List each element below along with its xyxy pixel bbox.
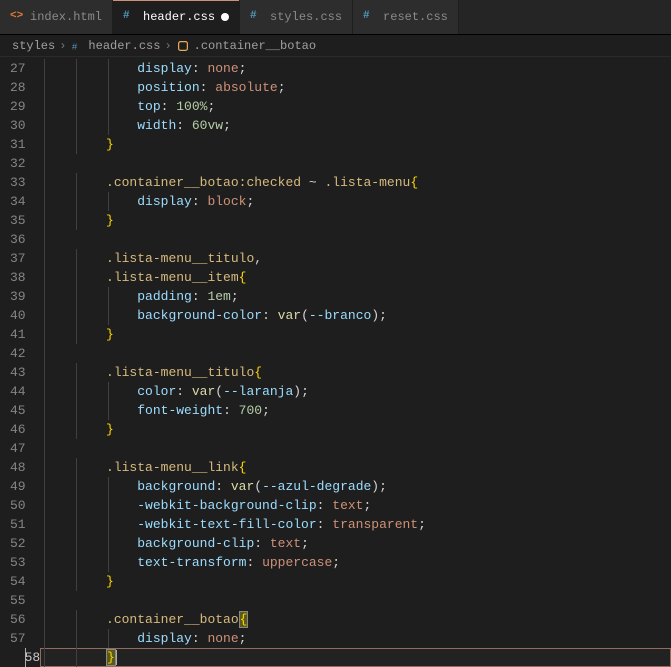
code-line[interactable]: background: var(--azul-degrade); [40, 477, 671, 496]
line-number: 30 [10, 116, 26, 135]
line-number-gutter: 2728293031323334353637383940414243444546… [0, 57, 40, 667]
line-number: 39 [10, 287, 26, 306]
line-number: 42 [10, 344, 26, 363]
code-line[interactable]: .lista-menu__titulo, [40, 249, 671, 268]
tab-label: reset.css [383, 10, 448, 24]
line-number: 51 [10, 515, 26, 534]
tab-styles-css[interactable]: # styles.css [240, 0, 353, 34]
editor[interactable]: 2728293031323334353637383940414243444546… [0, 57, 671, 667]
code-line[interactable]: background-clip: text; [40, 534, 671, 553]
code-line[interactable]: top: 100%; [40, 97, 671, 116]
line-number: 58 [25, 648, 26, 667]
html-file-icon: <> [10, 10, 24, 24]
code-line[interactable]: width: 60vw; [40, 116, 671, 135]
line-number: 29 [10, 97, 26, 116]
code-line[interactable]: } [40, 211, 671, 230]
line-number: 33 [10, 173, 26, 192]
code-line[interactable]: } [40, 135, 671, 154]
tab-header-css[interactable]: # header.css [113, 0, 240, 34]
code-line[interactable] [40, 439, 671, 458]
line-number: 50 [10, 496, 26, 515]
code-line[interactable]: } [40, 325, 671, 344]
tab-index-html[interactable]: <> index.html [0, 0, 113, 34]
line-number: 54 [10, 572, 26, 591]
breadcrumb-file[interactable]: header.css [88, 39, 160, 53]
line-number: 57 [10, 629, 26, 648]
line-number: 56 [10, 610, 26, 629]
line-number: 41 [10, 325, 26, 344]
css-file-icon: # [363, 10, 377, 24]
code-line[interactable]: display: block; [40, 192, 671, 211]
breadcrumb-folder[interactable]: styles [12, 39, 55, 53]
code-line[interactable]: position: absolute; [40, 78, 671, 97]
tab-label: header.css [143, 10, 215, 24]
code-line[interactable]: display: none; [40, 59, 671, 78]
code-line[interactable]: .lista-menu__item{ [40, 268, 671, 287]
code-line[interactable]: padding: 1em; [40, 287, 671, 306]
line-number: 49 [10, 477, 26, 496]
css-file-icon: # [70, 39, 84, 53]
code-line[interactable]: } [40, 572, 671, 591]
breadcrumb-symbol[interactable]: .container__botao [194, 39, 316, 53]
tab-reset-css[interactable]: # reset.css [353, 0, 459, 34]
code-line[interactable] [40, 154, 671, 173]
code-line[interactable]: -webkit-background-clip: text; [40, 496, 671, 515]
line-number: 37 [10, 249, 26, 268]
line-number: 45 [10, 401, 26, 420]
code-line[interactable] [40, 591, 671, 610]
code-line[interactable]: } [40, 648, 671, 667]
code-line[interactable]: background-color: var(--branco); [40, 306, 671, 325]
css-file-icon: # [123, 10, 137, 24]
code-line[interactable] [40, 230, 671, 249]
line-number: 34 [10, 192, 26, 211]
line-number: 47 [10, 439, 26, 458]
line-number: 46 [10, 420, 26, 439]
code-line[interactable]: font-weight: 700; [40, 401, 671, 420]
modified-dot-icon[interactable] [221, 13, 229, 21]
code-line[interactable]: .lista-menu__titulo{ [40, 363, 671, 382]
tab-bar: <> index.html # header.css # styles.css # reset… [0, 0, 671, 35]
chevron-right-icon: › [59, 39, 66, 53]
code-line[interactable]: .container__botao{ [40, 610, 671, 629]
line-number: 36 [10, 230, 26, 249]
code-line[interactable]: text-transform: uppercase; [40, 553, 671, 572]
line-number: 44 [10, 382, 26, 401]
line-number: 52 [10, 534, 26, 553]
line-number: 55 [10, 591, 26, 610]
line-number: 28 [10, 78, 26, 97]
code-line[interactable]: .container__botao:checked ~ .lista-menu{ [40, 173, 671, 192]
code-line[interactable]: } [40, 420, 671, 439]
css-file-icon: # [250, 10, 264, 24]
svg-text:#: # [72, 41, 78, 52]
chevron-right-icon: › [164, 39, 171, 53]
line-number: 48 [10, 458, 26, 477]
line-number: 40 [10, 306, 26, 325]
line-number: 53 [10, 553, 26, 572]
breadcrumb[interactable]: styles › # header.css › .container__bota… [0, 35, 671, 57]
code-line[interactable]: -webkit-text-fill-color: transparent; [40, 515, 671, 534]
code-line[interactable] [40, 344, 671, 363]
line-number: 31 [10, 135, 26, 154]
code-area[interactable]: display: none; position: absolute; top: … [40, 57, 671, 667]
tab-label: index.html [30, 10, 102, 24]
tab-label: styles.css [270, 10, 342, 24]
code-line[interactable]: color: var(--laranja); [40, 382, 671, 401]
code-line[interactable]: .lista-menu__link{ [40, 458, 671, 477]
line-number: 43 [10, 363, 26, 382]
line-number: 32 [10, 154, 26, 173]
symbol-field-icon [176, 39, 190, 53]
text-cursor [116, 650, 117, 665]
code-line[interactable]: display: none; [40, 629, 671, 648]
line-number: 35 [10, 211, 26, 230]
line-number: 38 [10, 268, 26, 287]
line-number: 27 [10, 59, 26, 78]
